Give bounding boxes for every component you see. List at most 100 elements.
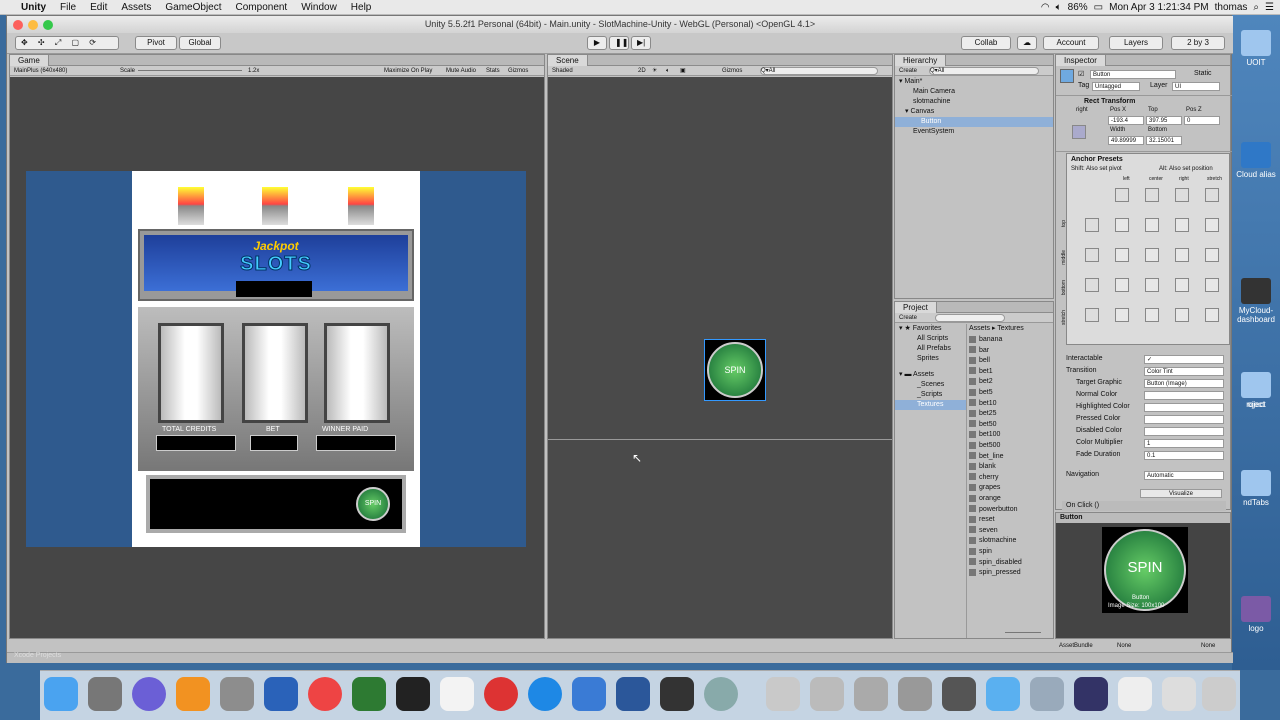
close-icon[interactable] bbox=[13, 20, 23, 30]
step-button[interactable]: ▶| bbox=[631, 36, 651, 50]
desktop-item-mycloud[interactable]: MyCloud-dashboard bbox=[1234, 278, 1278, 324]
layer-dropdown[interactable]: UI bbox=[1172, 82, 1220, 91]
wifi-icon[interactable]: ◠ bbox=[1041, 2, 1050, 13]
favorites-item[interactable]: All Scripts bbox=[895, 334, 966, 344]
desktop-item-uoit[interactable]: UOIT bbox=[1234, 30, 1278, 67]
project-file[interactable]: bet1 bbox=[969, 367, 1053, 377]
favorites-item[interactable]: All Prefabs bbox=[895, 344, 966, 354]
launchpad-icon[interactable] bbox=[88, 677, 122, 711]
hierarchy-scene-row[interactable]: ▾ Main* bbox=[895, 77, 1053, 87]
window-preview-icon[interactable] bbox=[1030, 677, 1064, 711]
visualize-button[interactable]: Visualize bbox=[1140, 489, 1222, 498]
project-file[interactable]: bet25 bbox=[969, 409, 1053, 419]
tab-hierarchy[interactable]: Hierarchy bbox=[895, 55, 947, 66]
anchor-preset-cell[interactable] bbox=[1085, 278, 1099, 292]
tab-project[interactable]: Project bbox=[895, 302, 937, 313]
posx-field[interactable]: -193.4 bbox=[1108, 116, 1144, 125]
project-file[interactable]: cherry bbox=[969, 473, 1053, 483]
anchor-preset-cell[interactable] bbox=[1205, 188, 1219, 202]
project-file[interactable]: bet500 bbox=[969, 441, 1053, 451]
maximize-toggle[interactable]: Maximize On Play bbox=[384, 66, 432, 76]
desktop-item-tabs[interactable]: ndTabs bbox=[1234, 470, 1278, 507]
cloud-icon[interactable]: ☁ bbox=[1017, 36, 1037, 50]
battery-icon[interactable]: ▭ bbox=[1094, 2, 1103, 13]
stats-toggle[interactable]: Stats bbox=[486, 66, 500, 76]
project-file[interactable]: bet100 bbox=[969, 430, 1053, 440]
xcode-tools-icon[interactable] bbox=[898, 677, 932, 711]
property-value[interactable] bbox=[1144, 427, 1224, 436]
project-file[interactable]: bet2 bbox=[969, 377, 1053, 387]
desktop-item-project2[interactable]: roject bbox=[1234, 400, 1278, 409]
hierarchy-item-selected[interactable]: Button bbox=[895, 117, 1053, 127]
shading-dropdown[interactable]: Shaded bbox=[552, 66, 573, 76]
project-file[interactable]: bet5 bbox=[969, 388, 1053, 398]
tab-scene[interactable]: Scene bbox=[548, 55, 588, 66]
collab-dropdown[interactable]: Collab bbox=[961, 36, 1011, 50]
assets-node[interactable]: ▾ ▬ Assets bbox=[895, 370, 966, 380]
anchor-preset-cell[interactable] bbox=[1145, 248, 1159, 262]
anchor-preset-cell[interactable] bbox=[1205, 248, 1219, 262]
project-file[interactable]: slotmachine bbox=[969, 536, 1053, 546]
width-field[interactable]: 49.89999 bbox=[1108, 136, 1144, 145]
anchor-preset-cell[interactable] bbox=[1175, 218, 1189, 232]
rect-transform-header[interactable]: Rect Transform bbox=[1084, 98, 1135, 105]
anchor-preset-cell[interactable] bbox=[1145, 218, 1159, 232]
assets-folder[interactable]: _Scripts bbox=[895, 390, 966, 400]
scene-button-rect[interactable]: SPIN bbox=[704, 339, 766, 401]
clock[interactable]: Mon Apr 3 1:21:34 PM bbox=[1109, 2, 1209, 13]
battery-percent[interactable]: 86% bbox=[1068, 2, 1088, 13]
anchor-preset-cell[interactable] bbox=[1115, 188, 1129, 202]
assets-folder[interactable]: _Scenes bbox=[895, 380, 966, 390]
activity-monitor-icon[interactable] bbox=[352, 677, 386, 711]
user-name[interactable]: thomas bbox=[1215, 2, 1248, 13]
global-button[interactable]: Global bbox=[179, 36, 221, 50]
hierarchy-item[interactable]: EventSystem bbox=[895, 127, 1053, 137]
transform-tools[interactable]: ✥ ✣ ⤢ ▢ ⟳ bbox=[15, 36, 119, 50]
project-file[interactable]: spin_pressed bbox=[969, 568, 1053, 578]
downloads-icon[interactable] bbox=[986, 677, 1020, 711]
project-file[interactable]: banana bbox=[969, 335, 1053, 345]
anchor-preset-cell[interactable] bbox=[1175, 278, 1189, 292]
visual-studio-icon[interactable] bbox=[264, 677, 298, 711]
terminal-icon[interactable] bbox=[396, 677, 430, 711]
favorites-node[interactable]: ▾ ★ Favorites bbox=[895, 324, 966, 334]
property-value[interactable]: Button (Image) bbox=[1144, 379, 1224, 388]
anchor-preset-cell[interactable] bbox=[1145, 278, 1159, 292]
anchor-preset-cell[interactable] bbox=[1115, 218, 1129, 232]
tab-inspector[interactable]: Inspector bbox=[1056, 55, 1106, 66]
chrome-icon[interactable] bbox=[308, 677, 342, 711]
menu-component[interactable]: Component bbox=[229, 2, 295, 13]
desktop-item-cloud[interactable]: Cloud alias bbox=[1234, 142, 1278, 179]
folder-icon[interactable] bbox=[942, 677, 976, 711]
assetbundle-dropdown[interactable]: None bbox=[1117, 640, 1131, 652]
anchor-preset-cell[interactable] bbox=[1085, 308, 1099, 322]
static-toggle[interactable]: Static bbox=[1194, 70, 1212, 77]
scale-slider[interactable] bbox=[138, 70, 242, 71]
search-icon[interactable]: ⌕ bbox=[1253, 2, 1259, 13]
scene-search-input[interactable]: Q▾All bbox=[760, 67, 878, 75]
system-preferences-icon[interactable] bbox=[220, 677, 254, 711]
scene-gizmos-dropdown[interactable]: Gizmos bbox=[722, 66, 742, 76]
volume-icon[interactable]: 🔈︎ bbox=[1056, 2, 1062, 13]
bottom-field[interactable]: 32.15001 bbox=[1146, 136, 1182, 145]
window-preview-icon[interactable] bbox=[1118, 677, 1152, 711]
app-store-icon[interactable] bbox=[766, 677, 800, 711]
hierarchy-item[interactable]: slotmachine bbox=[895, 97, 1053, 107]
anchor-preset-cell[interactable] bbox=[1085, 248, 1099, 262]
project-file[interactable]: bell bbox=[969, 356, 1053, 366]
property-value[interactable]: 0.1 bbox=[1144, 451, 1224, 460]
top-field[interactable]: 397.95 bbox=[1146, 116, 1182, 125]
pause-button[interactable]: ❚❚ bbox=[609, 36, 629, 50]
assets-folder-selected[interactable]: Textures bbox=[895, 400, 966, 410]
property-value[interactable] bbox=[1144, 391, 1224, 400]
assetvariant-dropdown[interactable]: None bbox=[1201, 640, 1215, 652]
anchor-preset-cell[interactable] bbox=[1145, 308, 1159, 322]
trash-icon[interactable] bbox=[1202, 677, 1236, 711]
audio-toggle-icon[interactable]: 🔈︎ bbox=[666, 66, 670, 76]
anchor-preset-button[interactable] bbox=[1072, 125, 1086, 139]
scene-view[interactable]: SPIN ↖ bbox=[548, 77, 892, 638]
display-dropdown[interactable]: MainPlus (640x480) bbox=[14, 66, 67, 76]
anchor-preset-cell[interactable] bbox=[1115, 248, 1129, 262]
hierarchy-item[interactable]: Main Camera bbox=[895, 87, 1053, 97]
siri-icon[interactable] bbox=[132, 677, 166, 711]
